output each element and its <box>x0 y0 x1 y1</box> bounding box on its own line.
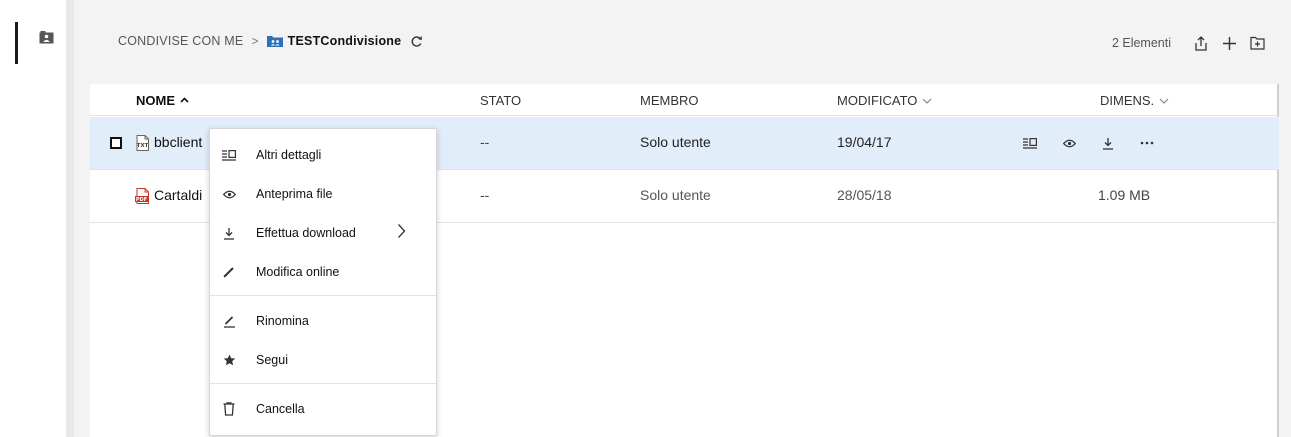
chevron-down-icon <box>1159 98 1169 104</box>
column-header-modified[interactable]: MODIFICATO <box>837 93 932 108</box>
file-status: -- <box>480 187 490 203</box>
rail-active-indicator <box>15 22 18 64</box>
column-header-name[interactable]: NOME <box>136 93 189 108</box>
menu-item-rename[interactable]: Rinomina <box>210 305 436 337</box>
plus-icon[interactable] <box>1217 33 1241 53</box>
shared-folder-icon[interactable] <box>39 31 54 44</box>
breadcrumb-separator: > <box>251 34 259 48</box>
menu-item-label: Anteprima file <box>256 187 333 201</box>
breadcrumb-current-folder: TESTCondivisione <box>266 34 402 48</box>
menu-item-follow[interactable]: Segui <box>210 344 436 376</box>
menu-item-download[interactable]: Effettua download <box>210 217 436 249</box>
file-name[interactable]: Cartaldi <box>154 187 202 203</box>
table-header: NOME STATO MEMBRO MODIFICATO DIMENS. <box>90 84 1279 116</box>
context-menu: Altri dettagli Anteprima file Effettua d… <box>209 128 437 436</box>
breadcrumb: CONDIVISE CON ME > TESTCondivisione <box>118 34 423 48</box>
file-member: Solo utente <box>640 134 711 150</box>
file-modified: 28/05/18 <box>837 187 892 203</box>
menu-divider <box>210 295 436 296</box>
sort-ascending-icon <box>180 95 189 106</box>
menu-item-edit-online[interactable]: Modifica online <box>210 256 436 288</box>
upload-icon[interactable] <box>1189 33 1213 53</box>
menu-item-label: Rinomina <box>256 314 309 328</box>
shared-folder-blue-icon <box>266 36 283 47</box>
download-icon <box>221 226 237 240</box>
file-status: -- <box>480 134 490 150</box>
left-rail <box>0 0 66 437</box>
column-header-status[interactable]: STATO <box>480 93 521 108</box>
breadcrumb-root[interactable]: CONDIVISE CON ME <box>118 34 243 48</box>
menu-item-label: Segui <box>256 353 288 367</box>
txt-file-icon: TXT <box>135 135 150 154</box>
menu-item-details[interactable]: Altri dettagli <box>210 139 436 171</box>
svg-text:TXT: TXT <box>137 143 149 149</box>
rail-divider <box>66 0 74 437</box>
menu-item-label: Modifica online <box>256 265 340 279</box>
details-icon <box>221 148 237 162</box>
item-count: 2 Elementi <box>1111 36 1171 50</box>
chevron-right-icon <box>397 223 406 242</box>
menu-divider <box>210 383 436 384</box>
breadcrumb-folder-label: TESTCondivisione <box>287 34 402 48</box>
refresh-icon[interactable] <box>410 35 423 48</box>
column-header-size[interactable]: DIMENS. <box>1100 93 1169 108</box>
ellipsis-icon[interactable] <box>1137 134 1157 152</box>
file-modified: 19/04/17 <box>837 134 892 150</box>
star-icon <box>221 353 237 367</box>
details-icon[interactable] <box>1020 134 1040 152</box>
menu-item-label: Effettua download <box>256 226 356 240</box>
toolbar: CONDIVISE CON ME > TESTCondivisione 2 El… <box>74 0 1291 68</box>
pdf-file-icon: PDF <box>135 188 150 207</box>
chevron-down-icon <box>922 98 932 104</box>
eye-icon <box>221 187 237 201</box>
file-member: Solo utente <box>640 187 711 203</box>
svg-text:PDF: PDF <box>136 197 147 203</box>
menu-item-preview[interactable]: Anteprima file <box>210 178 436 210</box>
file-name[interactable]: bbclient <box>154 134 202 150</box>
trash-icon <box>221 402 237 416</box>
menu-item-label: Cancella <box>256 402 305 416</box>
eye-icon[interactable] <box>1059 134 1079 152</box>
pencil-icon <box>221 265 237 279</box>
menu-item-delete[interactable]: Cancella <box>210 393 436 425</box>
row-checkbox[interactable] <box>110 137 122 149</box>
row-actions <box>1020 134 1176 152</box>
column-header-member[interactable]: MEMBRO <box>640 93 699 108</box>
new-folder-icon[interactable] <box>1245 33 1269 53</box>
menu-item-label: Altri dettagli <box>256 148 322 162</box>
download-icon[interactable] <box>1098 134 1118 152</box>
rename-icon <box>221 314 237 328</box>
file-size: 1.09 MB <box>1098 187 1151 203</box>
toolbar-actions: 2 Elementi <box>1112 33 1269 53</box>
